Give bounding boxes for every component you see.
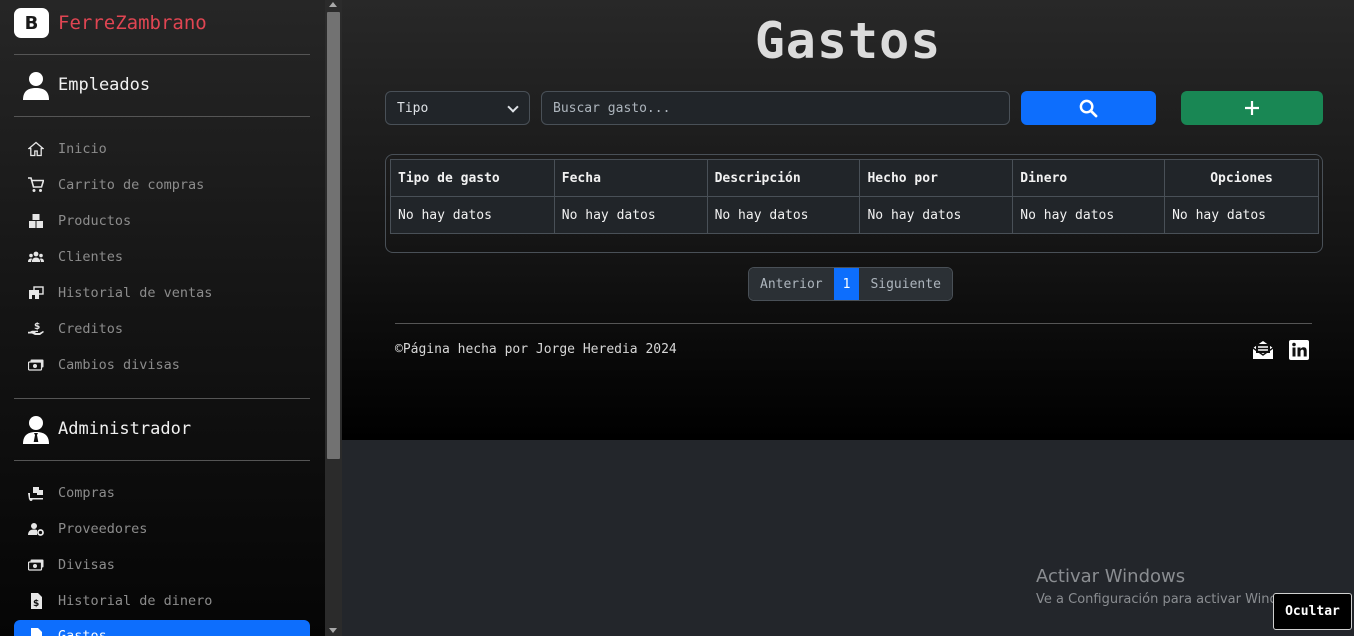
sidebar-item-compras[interactable]: Compras bbox=[14, 477, 310, 509]
column-header[interactable]: Tipo de gasto bbox=[390, 159, 555, 197]
cash-icon bbox=[28, 559, 44, 571]
file-icon bbox=[31, 628, 42, 636]
boxes-icon bbox=[29, 214, 43, 228]
brand[interactable]: B FerreZambrano bbox=[14, 8, 207, 38]
divider bbox=[14, 54, 310, 55]
column-header[interactable]: Dinero bbox=[1012, 159, 1166, 197]
scroll-down-arrow-icon[interactable] bbox=[329, 628, 337, 633]
chevron-down-icon bbox=[507, 101, 519, 113]
divider bbox=[14, 398, 310, 399]
sidebar-item-label: Productos bbox=[58, 213, 132, 229]
sidebar-item-label: Divisas bbox=[58, 557, 115, 573]
envelope-open-icon[interactable] bbox=[1252, 339, 1274, 361]
sidebar-item-label: Historial de ventas bbox=[58, 285, 213, 301]
plus-icon bbox=[1245, 101, 1259, 115]
people-icon bbox=[28, 251, 44, 262]
pagination-page[interactable]: 1 bbox=[833, 268, 860, 300]
sidebar-item-inicio[interactable]: Inicio bbox=[14, 133, 310, 165]
expenses-table: Tipo de gasto Fecha Descripción Hecho po… bbox=[390, 159, 1319, 234]
sidebar-item-productos[interactable]: Productos bbox=[14, 205, 310, 237]
admin-person-icon bbox=[23, 416, 49, 444]
brand-name: FerreZambrano bbox=[58, 12, 207, 34]
footer-divider bbox=[395, 323, 1312, 324]
table-cell: No hay datos bbox=[1164, 196, 1319, 234]
svg-text:$: $ bbox=[34, 322, 40, 332]
table-row: No hay datos No hay datos No hay datos N… bbox=[390, 196, 1319, 234]
column-header[interactable]: Fecha bbox=[553, 159, 708, 197]
column-header[interactable]: Descripción bbox=[706, 159, 861, 197]
search-input[interactable] bbox=[541, 91, 1010, 125]
footer-credit: ©Página hecha por Jorge Heredia 2024 bbox=[395, 342, 677, 357]
pagination-prev[interactable]: Anterior bbox=[749, 268, 834, 300]
windows-activate-subtitle: Ve a Configuración para activar Windows. bbox=[1036, 592, 1308, 607]
type-filter-value: Tipo bbox=[397, 100, 429, 116]
svg-text:$: $ bbox=[33, 599, 39, 609]
sidebar-item-cambios-divisas[interactable]: Cambios divisas bbox=[14, 349, 310, 381]
table-cell: No hay datos bbox=[859, 196, 1014, 234]
table-cell: No hay datos bbox=[1012, 196, 1166, 234]
scroll-up-arrow-icon[interactable] bbox=[329, 2, 337, 7]
expenses-table-container: Tipo de gasto Fecha Descripción Hecho po… bbox=[385, 154, 1323, 253]
sidebar-item-label: Clientes bbox=[58, 249, 124, 265]
section-admin: Administrador bbox=[22, 414, 191, 444]
sidebar-item-historial-ventas[interactable]: Historial de ventas bbox=[14, 277, 310, 309]
hide-button[interactable]: Ocultar bbox=[1273, 593, 1352, 630]
table-cell: No hay datos bbox=[706, 196, 861, 234]
cart-icon bbox=[28, 177, 44, 192]
user-gear-icon bbox=[28, 523, 44, 536]
pagination-next[interactable]: Siguiente bbox=[859, 268, 952, 300]
column-header: Opciones bbox=[1164, 159, 1319, 197]
search-button[interactable] bbox=[1021, 91, 1156, 125]
footer-social bbox=[1252, 339, 1310, 361]
sidebar-item-label: Gastos bbox=[58, 628, 107, 636]
page-title: Gastos bbox=[754, 12, 942, 70]
file-dollar-icon: $ bbox=[31, 593, 42, 609]
sidebar: B FerreZambrano Empleados Inicio Carrito… bbox=[0, 0, 325, 636]
linkedin-icon[interactable] bbox=[1288, 339, 1310, 361]
section-admin-label: Administrador bbox=[58, 419, 192, 439]
type-filter-select[interactable]: Tipo bbox=[385, 91, 530, 125]
sidebar-scrollbar[interactable] bbox=[325, 0, 342, 636]
sidebar-item-carrito[interactable]: Carrito de compras bbox=[14, 169, 310, 201]
sidebar-item-label: Creditos bbox=[58, 321, 124, 337]
pagination: Anterior 1 Siguiente bbox=[748, 267, 953, 301]
windows-activate-title: Activar Windows bbox=[1036, 566, 1186, 587]
column-header[interactable]: Hecho por bbox=[859, 159, 1014, 197]
sidebar-item-gastos[interactable]: Gastos bbox=[14, 620, 310, 636]
search-icon bbox=[1079, 99, 1098, 117]
scroll-thumb[interactable] bbox=[327, 12, 340, 459]
sidebar-item-label: Compras bbox=[58, 485, 115, 501]
sidebar-item-historial-dinero[interactable]: $ Historial de dinero bbox=[14, 585, 310, 617]
section-employees: Empleados bbox=[22, 70, 150, 100]
sidebar-item-creditos[interactable]: $ Creditos bbox=[14, 313, 310, 345]
divider bbox=[14, 460, 310, 461]
main-content: Gastos Tipo Tipo de gasto Fecha Descripc… bbox=[342, 0, 1354, 440]
sidebar-item-label: Cambios divisas bbox=[58, 357, 180, 373]
cash-icon bbox=[28, 359, 44, 371]
sidebar-item-divisas[interactable]: Divisas bbox=[14, 549, 310, 581]
sidebar-item-label: Inicio bbox=[58, 141, 107, 157]
sidebar-item-clientes[interactable]: Clientes bbox=[14, 241, 310, 273]
table-cell: No hay datos bbox=[390, 196, 555, 234]
divider bbox=[14, 116, 310, 117]
sidebar-item-label: Historial de dinero bbox=[58, 593, 213, 609]
store-history-icon bbox=[29, 286, 44, 299]
dolly-icon bbox=[28, 487, 43, 501]
sidebar-item-label: Carrito de compras bbox=[58, 177, 205, 193]
home-icon bbox=[28, 141, 44, 157]
table-cell: No hay datos bbox=[553, 196, 708, 234]
person-icon bbox=[23, 72, 49, 100]
sidebar-item-label: Proveedores bbox=[58, 521, 148, 537]
table-header-row: Tipo de gasto Fecha Descripción Hecho po… bbox=[390, 159, 1319, 197]
hand-coin-icon: $ bbox=[28, 322, 44, 335]
section-employees-label: Empleados bbox=[58, 75, 151, 95]
sidebar-item-proveedores[interactable]: Proveedores bbox=[14, 513, 310, 545]
bootstrap-logo-icon: B bbox=[14, 8, 49, 38]
add-expense-button[interactable] bbox=[1181, 91, 1323, 125]
